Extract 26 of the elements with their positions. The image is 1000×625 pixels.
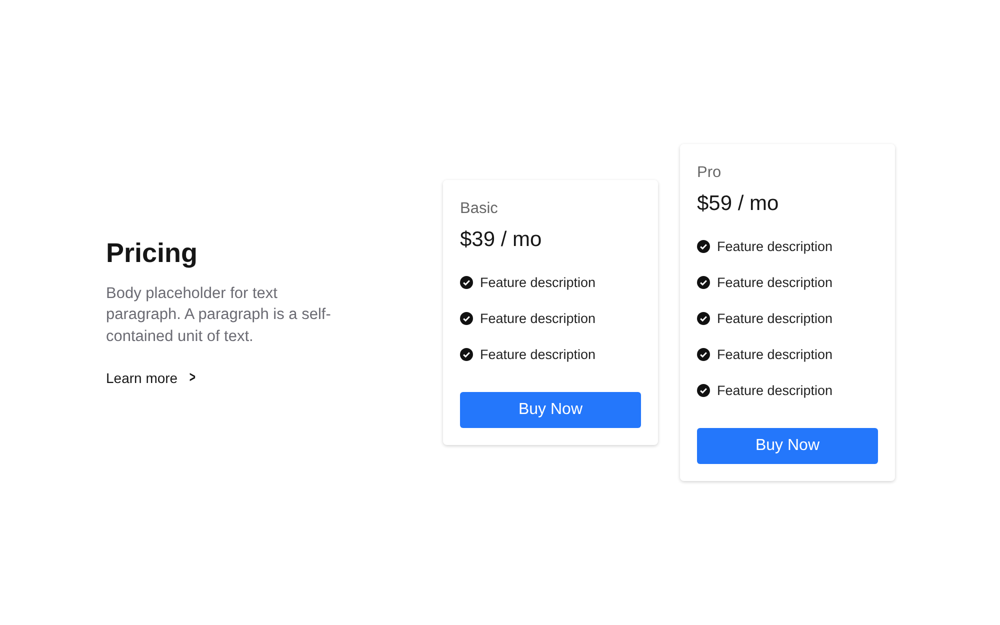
section-title: Pricing (106, 238, 199, 268)
plan-price: $39 / mo (460, 228, 543, 252)
learn-more-link[interactable]: Learn more > (106, 369, 196, 386)
check-circle-icon (697, 240, 710, 252)
buy-now-button[interactable]: Buy Now (460, 392, 641, 428)
check-circle-icon (697, 348, 710, 360)
plan-name: Pro (697, 164, 722, 182)
check-circle-icon (697, 276, 710, 288)
feature-text: Feature description (717, 310, 833, 326)
plan-name: Basic (460, 200, 499, 218)
check-circle-icon (460, 312, 473, 324)
feature-text: Feature description (480, 346, 596, 362)
feature-text: Feature description (717, 274, 833, 290)
check-circle-icon (460, 348, 473, 360)
check-circle-icon (697, 384, 710, 396)
feature-text: Feature description (717, 238, 833, 254)
check-circle-icon (697, 312, 710, 324)
plan-price: $59 / mo (697, 192, 780, 216)
chevron-right-icon: > (188, 369, 196, 386)
feature-text: Feature description (480, 274, 596, 290)
check-circle-icon (460, 276, 473, 288)
feature-text: Feature description (717, 346, 833, 362)
body-paragraph: Body placeholder for text paragraph. A paragraph is a self-contained unit of text. (106, 284, 332, 346)
buy-now-button[interactable]: Buy Now (697, 428, 878, 464)
feature-text: Feature description (717, 382, 833, 398)
feature-text: Feature description (480, 310, 596, 326)
